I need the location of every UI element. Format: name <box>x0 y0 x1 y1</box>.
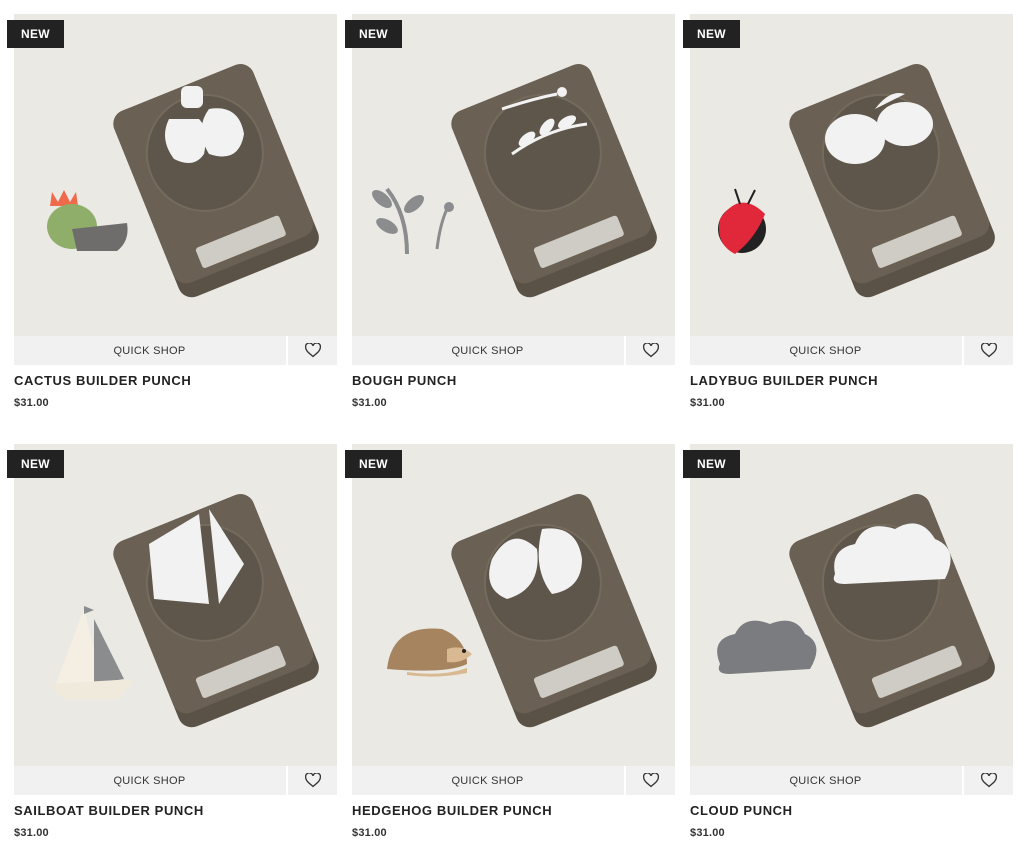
product-title[interactable]: HEDGEHOG BUILDER PUNCH <box>352 803 552 818</box>
heart-icon <box>305 773 321 788</box>
product-price: $31.00 <box>690 827 725 839</box>
product-title[interactable]: CLOUD PUNCH <box>690 803 793 818</box>
quick-shop-button[interactable]: QUICK SHOP <box>14 766 285 795</box>
product-card: NEW QUICK SHOP CLOUD PUNCH $31.00 <box>683 444 1013 854</box>
product-grid: NEW QUICK SHOP CACTUS BUILDER PUNCH $31.… <box>0 0 1024 858</box>
ladybug-punch-image <box>718 64 995 298</box>
heart-icon <box>643 343 659 358</box>
product-image[interactable] <box>14 14 337 336</box>
quick-shop-bar: QUICK SHOP <box>690 766 1013 795</box>
cactus-punch-image <box>47 64 319 298</box>
new-badge: NEW <box>7 20 64 48</box>
sailboat-punch-image <box>49 494 319 728</box>
cloud-punch-image <box>717 494 995 728</box>
product-card: NEW QUICK SHOP HEDGEHOG BUILDER PUNCH $3… <box>345 444 675 854</box>
product-price: $31.00 <box>14 827 49 839</box>
product-title[interactable]: SAILBOAT BUILDER PUNCH <box>14 803 204 818</box>
product-image[interactable] <box>352 444 675 766</box>
product-price: $31.00 <box>352 397 387 409</box>
quick-shop-button[interactable]: QUICK SHOP <box>352 336 623 365</box>
wishlist-button[interactable] <box>288 336 337 365</box>
quick-shop-bar: QUICK SHOP <box>14 336 337 365</box>
wishlist-button[interactable] <box>626 336 675 365</box>
product-image[interactable] <box>352 14 675 336</box>
heart-icon <box>643 773 659 788</box>
product-title[interactable]: CACTUS BUILDER PUNCH <box>14 373 191 388</box>
new-badge: NEW <box>683 450 740 478</box>
quick-shop-bar: QUICK SHOP <box>690 336 1013 365</box>
new-badge: NEW <box>345 450 402 478</box>
product-image[interactable] <box>14 444 337 766</box>
heart-icon <box>981 773 997 788</box>
quick-shop-button[interactable]: QUICK SHOP <box>14 336 285 365</box>
quick-shop-button[interactable]: QUICK SHOP <box>690 336 961 365</box>
quick-shop-button[interactable]: QUICK SHOP <box>352 766 623 795</box>
product-price: $31.00 <box>14 397 49 409</box>
quick-shop-bar: QUICK SHOP <box>14 766 337 795</box>
wishlist-button[interactable] <box>964 766 1013 795</box>
new-badge: NEW <box>683 20 740 48</box>
new-badge: NEW <box>7 450 64 478</box>
quick-shop-bar: QUICK SHOP <box>352 336 675 365</box>
new-badge: NEW <box>345 20 402 48</box>
heart-icon <box>981 343 997 358</box>
product-image[interactable] <box>690 444 1013 766</box>
wishlist-button[interactable] <box>964 336 1013 365</box>
product-price: $31.00 <box>690 397 725 409</box>
product-image[interactable] <box>690 14 1013 336</box>
quick-shop-bar: QUICK SHOP <box>352 766 675 795</box>
wishlist-button[interactable] <box>626 766 675 795</box>
wishlist-button[interactable] <box>288 766 337 795</box>
product-title[interactable]: BOUGH PUNCH <box>352 373 457 388</box>
product-card: NEW QUICK SHOP LADYBUG BUILDER PUNCH $31… <box>683 14 1013 424</box>
product-card: NEW QUICK SHOP CACTUS BUILDER PUNCH $31.… <box>7 14 337 424</box>
hedgehog-punch-image <box>387 494 657 728</box>
product-price: $31.00 <box>352 827 387 839</box>
product-title[interactable]: LADYBUG BUILDER PUNCH <box>690 373 878 388</box>
product-card: NEW QUICK SHOP SAILBOAT BUILDER PUNCH $3… <box>7 444 337 854</box>
bough-punch-image <box>372 64 657 298</box>
product-card: NEW QUICK SHOP BOUGH PUNCH $31.00 <box>345 14 675 424</box>
quick-shop-button[interactable]: QUICK SHOP <box>690 766 961 795</box>
heart-icon <box>305 343 321 358</box>
